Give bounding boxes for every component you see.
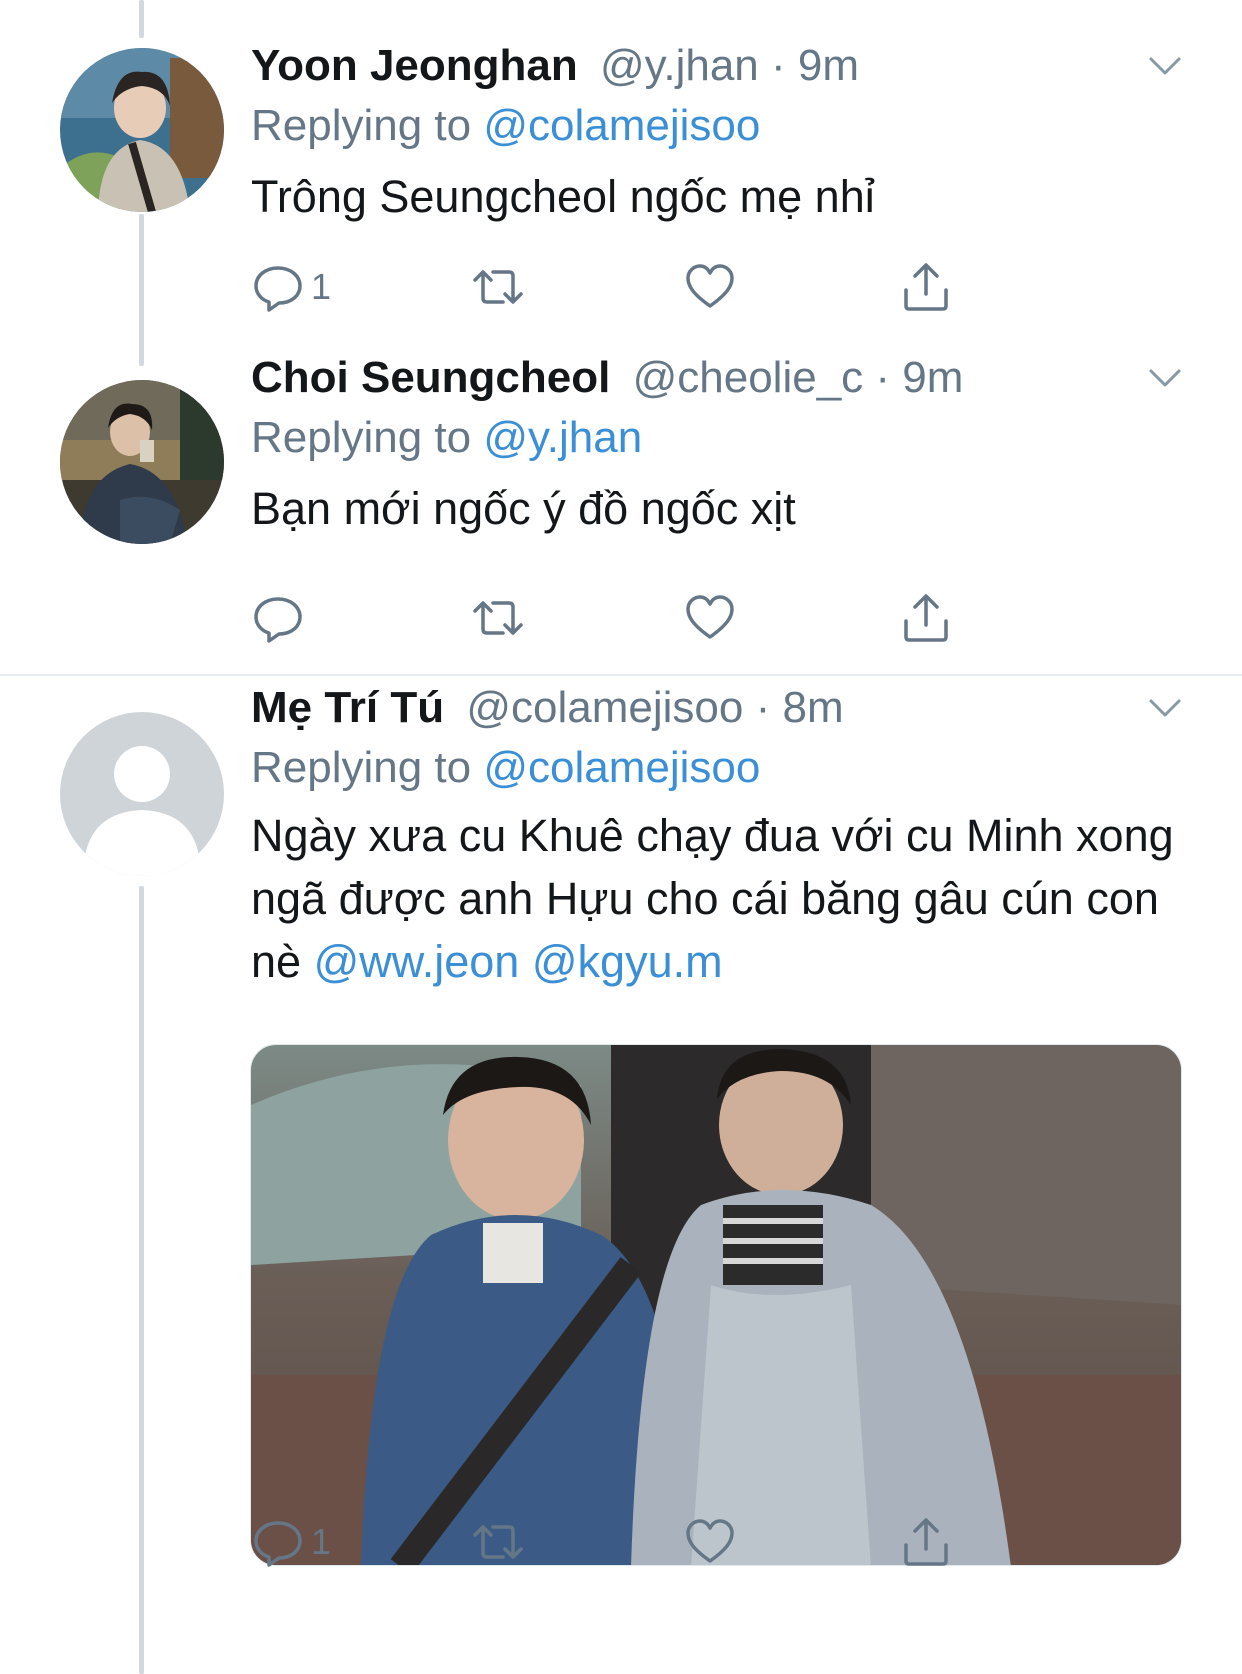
retweet-button[interactable] <box>471 588 525 648</box>
display-name[interactable]: Choi Seungcheol <box>251 353 610 402</box>
avatar[interactable] <box>60 48 224 212</box>
avatar[interactable] <box>60 712 224 876</box>
replying-to: Replying to @y.jhan <box>251 412 642 464</box>
like-button[interactable] <box>683 1512 737 1572</box>
handle[interactable]: @y.jhan <box>600 41 759 90</box>
mention-link[interactable]: @kgyu.m <box>532 936 723 987</box>
reply-icon <box>254 266 302 312</box>
reply-button[interactable] <box>251 588 311 648</box>
replying-to-handle[interactable]: @y.jhan <box>483 413 642 462</box>
reply-count: 1 <box>311 1521 332 1562</box>
tweet-text: Trông Seungcheol ngốc mẹ nhỉ <box>251 171 875 222</box>
reply-icon <box>254 597 302 643</box>
tweet-header: Yoon Jeonghan @y.jhan · 9m <box>251 40 859 92</box>
timestamp[interactable]: 8m <box>782 683 843 732</box>
separator: · <box>755 683 771 732</box>
like-icon <box>686 1519 734 1563</box>
retweet-icon <box>473 270 523 304</box>
tweet-photo[interactable] <box>250 1044 1182 1566</box>
tweet-header: Mẹ Trí Tú @colamejisoo · 8m <box>251 682 844 734</box>
timestamp[interactable]: 9m <box>902 353 963 402</box>
share-button[interactable] <box>899 257 953 317</box>
replying-to-handle[interactable]: @colamejisoo <box>483 101 760 150</box>
replying-prefix: Replying to <box>251 413 484 462</box>
share-button[interactable] <box>899 588 953 648</box>
chevron-down-icon[interactable] <box>1146 358 1184 396</box>
chevron-down-icon[interactable] <box>1146 688 1184 726</box>
reply-count: 1 <box>311 266 332 307</box>
photo-image <box>251 1045 1181 1565</box>
tweet-actions: 1 <box>251 1512 1011 1572</box>
tweet-actions <box>251 588 1011 648</box>
tweet[interactable]: Yoon Jeonghan @y.jhan · 9m Replying to @… <box>0 0 1242 340</box>
replying-prefix: Replying to <box>251 101 484 150</box>
tweet-text: Bạn mới ngốc ý đồ ngốc xịt <box>251 483 796 534</box>
like-icon <box>686 595 734 639</box>
retweet-button[interactable] <box>471 1512 525 1572</box>
share-button[interactable] <box>899 1512 953 1572</box>
replying-to-handle[interactable]: @colamejisoo <box>483 743 760 792</box>
tweet-header: Choi Seungcheol @cheolie_c · 9m <box>251 352 963 404</box>
retweet-button[interactable] <box>471 257 525 317</box>
default-avatar-icon <box>60 712 224 876</box>
tweet-text: Ngày xưa cu Khuê chạy đua với cu Minh xo… <box>251 804 1191 993</box>
share-icon <box>904 594 948 642</box>
like-icon <box>686 264 734 308</box>
chevron-down-icon[interactable] <box>1146 46 1184 84</box>
replying-to: Replying to @colamejisoo <box>251 742 760 794</box>
reply-icon <box>254 1521 302 1567</box>
tweet-actions: 1 <box>251 257 1011 317</box>
reply-button[interactable]: 1 <box>251 1512 331 1572</box>
handle[interactable]: @colamejisoo <box>466 683 743 732</box>
mention-link[interactable]: @ww.jeon <box>314 936 520 987</box>
tweet[interactable]: Choi Seungcheol @cheolie_c · 9m Replying… <box>0 340 1242 674</box>
timestamp[interactable]: 9m <box>798 41 859 90</box>
retweet-icon <box>473 1525 523 1559</box>
avatar[interactable] <box>60 380 224 544</box>
reply-button[interactable]: 1 <box>251 257 331 317</box>
display-name[interactable]: Mẹ Trí Tú <box>251 683 444 732</box>
like-button[interactable] <box>683 588 737 648</box>
replying-prefix: Replying to <box>251 743 484 792</box>
handle[interactable]: @cheolie_c <box>633 353 864 402</box>
display-name[interactable]: Yoon Jeonghan <box>251 41 578 90</box>
reply-thread: Yoon Jeonghan @y.jhan · 9m Replying to @… <box>0 0 1242 1674</box>
retweet-icon <box>473 601 523 635</box>
share-icon <box>904 263 948 311</box>
avatar-photo <box>60 380 224 544</box>
separator: · <box>875 353 891 402</box>
avatar-photo <box>60 48 224 212</box>
share-icon <box>904 1518 948 1566</box>
replying-to: Replying to @colamejisoo <box>251 100 760 152</box>
like-button[interactable] <box>683 257 737 317</box>
separator: · <box>771 41 786 90</box>
